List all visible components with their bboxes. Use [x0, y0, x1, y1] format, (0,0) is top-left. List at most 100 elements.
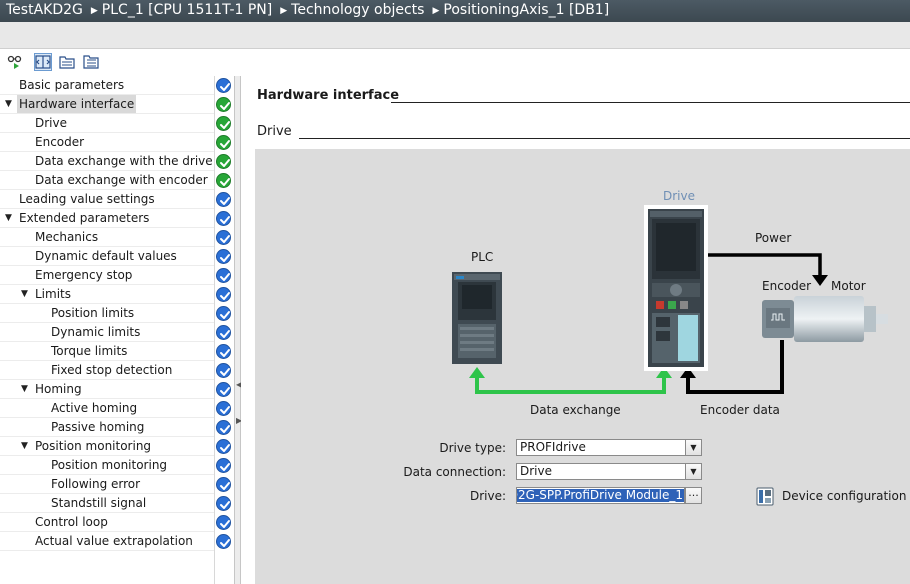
nav-item[interactable]: Dynamic limits: [0, 323, 234, 342]
nav-item[interactable]: Actual value extrapolation: [0, 532, 234, 551]
horizontal-split-icon[interactable]: [34, 53, 52, 71]
drive-device-icon[interactable]: [644, 205, 708, 371]
drive-type-dropdown[interactable]: PROFIdrive ▼: [516, 439, 702, 456]
drive-input-value: AKD2G-SPP.ProfiDrive Module_1: [517, 489, 684, 502]
status-ok-blue-icon: [216, 78, 231, 93]
nav-item-label: Actual value extrapolation: [35, 534, 193, 548]
nav-item-label: Data exchange with the drive: [35, 154, 213, 168]
section-title: Hardware interface: [257, 88, 400, 103]
data-connection-value: Drive: [520, 464, 552, 478]
nav-item[interactable]: Leading value settings: [0, 190, 234, 209]
nav-item[interactable]: Torque limits: [0, 342, 234, 361]
expand-triangle-icon[interactable]: ▼: [21, 380, 28, 399]
encoder-data-label: Encoder data: [700, 403, 780, 417]
navigation-tree: Basic parameters ▼ Hardware interface Drive…: [0, 76, 234, 584]
breadcrumb-item-axis[interactable]: PositioningAxis_1 [DB1]: [443, 2, 609, 18]
nav-item-label: Dynamic default values: [35, 249, 177, 263]
editor-strip: [0, 22, 910, 49]
drive-type-value: PROFIdrive: [520, 440, 586, 454]
subsection-title: Drive: [257, 124, 292, 139]
expand-triangle-icon[interactable]: ▼: [21, 285, 28, 304]
nav-item[interactable]: Basic parameters: [0, 76, 234, 95]
nav-item-label: Drive: [35, 116, 67, 130]
status-ok-blue-icon: [216, 287, 231, 302]
nav-item[interactable]: Fixed stop detection: [0, 361, 234, 380]
nav-item[interactable]: ▼ Limits: [0, 285, 234, 304]
motor-encoder-icon: [762, 296, 888, 342]
toolbar: [0, 50, 910, 74]
folder-view-icon[interactable]: [58, 53, 76, 71]
nav-item-label: Emergency stop: [35, 268, 133, 282]
nav-item-label: Hardware interface: [17, 95, 137, 114]
motor-label: Motor: [831, 279, 866, 293]
nav-item[interactable]: Emergency stop: [0, 266, 234, 285]
nav-item[interactable]: ▼ Extended parameters: [0, 209, 234, 228]
expand-triangle-icon[interactable]: ▼: [5, 95, 12, 114]
data-connection-dropdown[interactable]: Drive ▼: [516, 463, 702, 480]
status-ok-blue-icon: [216, 325, 231, 340]
breadcrumb-separator-icon: ▶: [432, 6, 440, 16]
expand-triangle-icon[interactable]: ▼: [5, 209, 12, 228]
status-ok-blue-icon: [216, 401, 231, 416]
hardware-diagram: PLC Drive Power Encoder Motor Data excha…: [255, 149, 910, 584]
nav-item[interactable]: Data exchange with encoder: [0, 171, 234, 190]
drive-input[interactable]: AKD2G-SPP.ProfiDrive Module_1: [516, 487, 685, 504]
nav-item-label: Standstill signal: [51, 496, 147, 510]
nav-item[interactable]: ▼ Position monitoring: [0, 437, 234, 456]
nav-item[interactable]: Passive homing: [0, 418, 234, 437]
nav-row-separator: [0, 550, 214, 551]
nav-item[interactable]: Drive: [0, 114, 234, 133]
nav-item[interactable]: ▼ Homing: [0, 380, 234, 399]
drive-field-label: Drive:: [469, 489, 506, 503]
nav-item[interactable]: Position limits: [0, 304, 234, 323]
status-ok-blue-icon: [216, 344, 231, 359]
nav-item-label: Torque limits: [51, 344, 128, 358]
nav-item[interactable]: ▼ Hardware interface: [0, 95, 234, 114]
glasses-play-icon[interactable]: [6, 53, 24, 71]
status-ok-blue-icon: [216, 420, 231, 435]
chevron-down-icon[interactable]: ▼: [685, 440, 701, 455]
expand-right-icon[interactable]: ▶: [236, 416, 242, 425]
drive-label: Drive: [663, 189, 695, 203]
nav-item[interactable]: Position monitoring: [0, 456, 234, 475]
splitter[interactable]: ◀ ▶: [234, 76, 242, 584]
drive-type-label: Drive type:: [439, 441, 506, 455]
power-label: Power: [755, 231, 792, 245]
breadcrumb-item-plc[interactable]: PLC_1 [CPU 1511T-1 PN]: [102, 2, 272, 18]
device-configuration-icon[interactable]: [756, 487, 774, 506]
browse-button[interactable]: ...: [685, 487, 702, 504]
nav-item[interactable]: Following error: [0, 475, 234, 494]
nav-item[interactable]: Standstill signal: [0, 494, 234, 513]
nav-item-label: Homing: [35, 382, 82, 396]
nav-item-label: Position monitoring: [51, 458, 168, 472]
status-ok-blue-icon: [216, 268, 231, 283]
status-ok-blue-icon: [216, 211, 231, 226]
breadcrumb-item-technology-objects[interactable]: Technology objects: [291, 2, 424, 18]
nav-item[interactable]: Control loop: [0, 513, 234, 532]
nav-item[interactable]: Mechanics: [0, 228, 234, 247]
nav-item-label: Following error: [51, 477, 141, 491]
chevron-down-icon[interactable]: ▼: [685, 464, 701, 479]
expand-triangle-icon[interactable]: ▼: [21, 437, 28, 456]
nav-item[interactable]: Encoder: [0, 133, 234, 152]
breadcrumb-item-project[interactable]: TestAKD2G: [0, 0, 83, 20]
plc-label: PLC: [471, 250, 494, 264]
status-ok-blue-icon: [216, 382, 231, 397]
folder-tree-icon[interactable]: [82, 53, 100, 71]
nav-item-label: Fixed stop detection: [51, 363, 173, 377]
data-exchange-label: Data exchange: [530, 403, 621, 417]
nav-item[interactable]: Dynamic default values: [0, 247, 234, 266]
collapse-left-icon[interactable]: ◀: [236, 380, 242, 389]
device-configuration-link[interactable]: Device configuration: [782, 489, 906, 503]
nav-item[interactable]: Active homing: [0, 399, 234, 418]
status-ok-blue-icon: [216, 230, 231, 245]
nav-item-label: Encoder: [35, 135, 85, 149]
nav-item[interactable]: Data exchange with the drive: [0, 152, 234, 171]
breadcrumb-separator-icon: ▶: [280, 6, 288, 16]
status-ok-green-icon: [216, 173, 231, 188]
status-ok-blue-icon: [216, 439, 231, 454]
nav-item-label: Position monitoring: [35, 439, 152, 453]
status-ok-blue-icon: [216, 534, 231, 549]
status-ok-blue-icon: [216, 306, 231, 321]
section-divider: [391, 102, 910, 103]
